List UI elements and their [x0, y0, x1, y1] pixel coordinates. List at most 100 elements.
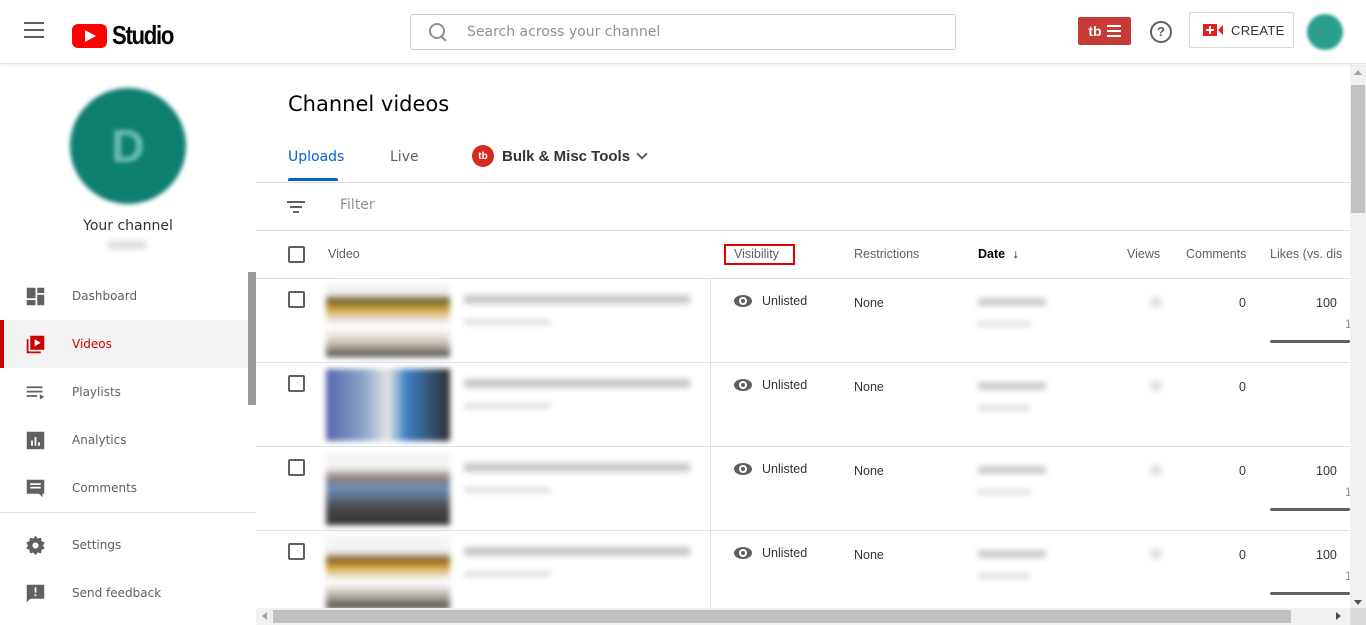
sidebar-item-playlists[interactable]: Playlists	[0, 368, 248, 416]
sidebar-item-label: Send feedback	[72, 586, 162, 600]
sidebar-scrollbar[interactable]	[248, 272, 256, 405]
visibility-cell[interactable]: Unlisted	[734, 462, 807, 476]
feedback-icon	[26, 584, 45, 602]
sidebar-item-send-feedback[interactable]: Send feedback	[0, 569, 248, 617]
visibility-cell[interactable]: Unlisted	[734, 546, 807, 560]
row-checkbox[interactable]	[288, 291, 305, 308]
likes-percent: 100	[1316, 296, 1337, 310]
scrollbar-corner	[1350, 608, 1366, 625]
video-thumbnail[interactable]	[326, 369, 450, 441]
date-status-blurred	[978, 489, 1030, 495]
scroll-down-arrow-icon[interactable]	[1354, 600, 1362, 605]
tab-live[interactable]: Live	[390, 149, 419, 165]
sidebar-item-label: Videos	[72, 337, 112, 351]
horizontal-scrollbar[interactable]	[256, 608, 1366, 625]
chevron-down-icon	[636, 148, 648, 160]
select-all-checkbox[interactable]	[288, 246, 305, 263]
visibility-label: Unlisted	[762, 462, 808, 476]
video-thumbnail[interactable]	[326, 453, 450, 525]
channel-label: Your channel	[83, 218, 173, 234]
video-description-blurred	[464, 571, 550, 577]
create-button[interactable]: CREATE	[1189, 12, 1294, 48]
vertical-scrollbar[interactable]	[1350, 65, 1366, 610]
table-row[interactable]: Unlisted None 0	[256, 363, 1350, 447]
help-icon[interactable]: ?	[1150, 21, 1172, 43]
row-checkbox[interactable]	[288, 459, 305, 476]
video-description-blurred	[464, 487, 550, 493]
sidebar-item-label: Settings	[72, 538, 122, 552]
date-header-label: Date	[978, 247, 1006, 261]
visibility-cell[interactable]: Unlisted	[734, 378, 807, 392]
channel-avatar[interactable]: D	[70, 88, 186, 204]
video-title-blurred[interactable]	[464, 547, 690, 556]
row-checkbox[interactable]	[288, 375, 305, 392]
video-thumbnail[interactable]	[326, 537, 450, 608]
account-avatar[interactable]	[1307, 14, 1343, 50]
tab-uploads[interactable]: Uploads	[288, 149, 344, 165]
playlists-icon	[26, 385, 45, 399]
sidebar-item-settings[interactable]: Settings	[0, 521, 248, 569]
page-title: Channel videos	[288, 92, 450, 116]
filter-icon[interactable]	[287, 201, 305, 213]
visibility-cell[interactable]: Unlisted	[734, 294, 807, 308]
youtube-logo-icon	[72, 23, 107, 48]
eye-icon	[734, 295, 752, 307]
restrictions-value: None	[854, 296, 884, 310]
column-header-video: Video	[328, 247, 360, 261]
restrictions-value: None	[854, 380, 884, 394]
likes-ratio-fill	[1270, 340, 1350, 343]
date-value-blurred	[978, 466, 1046, 474]
top-bar: Studio tb ? CREATE	[0, 0, 1366, 64]
sidebar: D Your channel Dashboard Videos Playlist…	[0, 65, 256, 625]
filter-divider	[256, 230, 1350, 231]
row-checkbox[interactable]	[288, 543, 305, 560]
logo-text: Studio	[112, 20, 174, 50]
date-status-blurred	[978, 573, 1030, 579]
scroll-left-arrow-icon[interactable]	[262, 612, 267, 620]
date-value-blurred	[978, 298, 1046, 306]
studio-logo[interactable]: Studio	[72, 20, 184, 51]
views-value-blurred	[1151, 465, 1161, 475]
column-header-date[interactable]: Date ↓	[978, 247, 1019, 261]
videos-icon	[26, 335, 45, 353]
views-value-blurred	[1151, 381, 1161, 391]
menu-icon[interactable]	[24, 22, 46, 42]
menu-lines-icon	[1106, 22, 1121, 40]
tubebuddy-menu-button[interactable]: tb	[1078, 17, 1131, 45]
dashboard-icon	[26, 287, 45, 305]
tab-bulk-misc-tools[interactable]: tb Bulk & Misc Tools	[472, 145, 648, 167]
scroll-right-arrow-icon[interactable]	[1336, 612, 1341, 620]
search-box[interactable]	[410, 14, 956, 50]
sidebar-item-dashboard[interactable]: Dashboard	[0, 272, 248, 320]
search-icon	[429, 23, 447, 41]
likes-ratio-fill	[1270, 508, 1350, 511]
views-value-blurred	[1151, 549, 1161, 559]
eye-icon	[734, 547, 752, 559]
video-title-blurred[interactable]	[464, 295, 690, 304]
filter-input[interactable]	[340, 197, 940, 213]
main-content: Channel videos Uploads Live tb Bulk & Mi…	[256, 65, 1350, 608]
sidebar-item-label: Dashboard	[72, 289, 138, 303]
video-description-blurred	[464, 403, 550, 409]
table-row[interactable]: Unlisted None 0 100 1	[256, 279, 1350, 363]
scroll-up-arrow-icon[interactable]	[1354, 70, 1362, 75]
sidebar-item-analytics[interactable]: Analytics	[0, 416, 248, 464]
likes-percent: 100	[1316, 464, 1337, 478]
table-row[interactable]: Unlisted None 0 100 1	[256, 531, 1350, 608]
sidebar-item-comments[interactable]: Comments	[0, 464, 248, 512]
column-header-visibility[interactable]: Visibility	[734, 247, 779, 261]
video-description-blurred	[464, 319, 550, 325]
vertical-scroll-thumb[interactable]	[1351, 85, 1365, 213]
date-value-blurred	[978, 550, 1046, 558]
table-row[interactable]: Unlisted None 0 100 1	[256, 447, 1350, 531]
search-input[interactable]	[467, 24, 927, 40]
sidebar-item-label: Comments	[72, 481, 138, 495]
video-title-blurred[interactable]	[464, 463, 690, 472]
sidebar-item-videos[interactable]: Videos	[0, 320, 248, 368]
horizontal-scroll-thumb[interactable]	[273, 610, 1291, 623]
column-header-comments: Comments	[1186, 247, 1247, 261]
date-status-blurred	[978, 405, 1030, 411]
video-title-blurred[interactable]	[464, 379, 690, 388]
likes-ratio-bar	[1270, 508, 1350, 511]
video-thumbnail[interactable]	[326, 285, 450, 357]
